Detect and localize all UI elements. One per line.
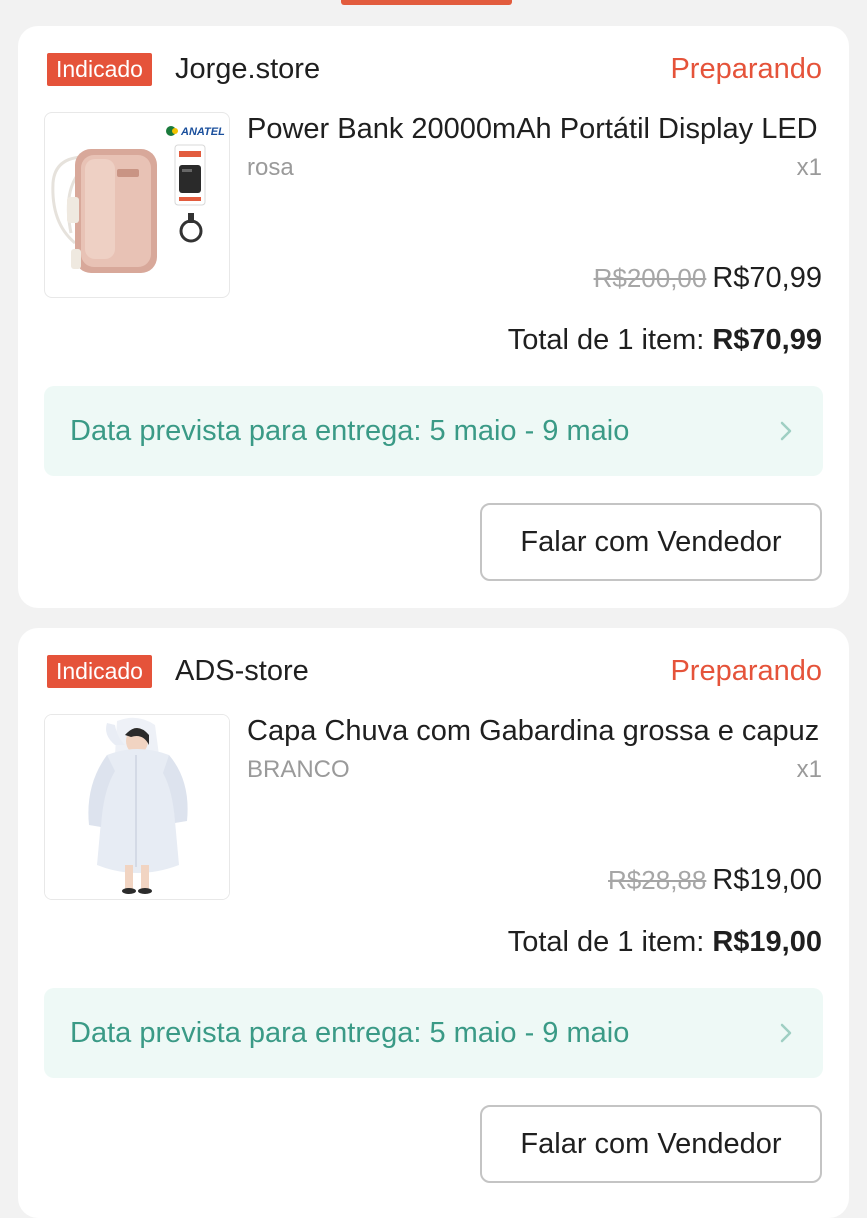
order-status: Preparando <box>670 655 822 687</box>
chevron-right-icon <box>780 1023 792 1043</box>
total-label: Total de 1 item: <box>507 926 705 958</box>
chat-with-seller-button[interactable]: Falar com Vendedor <box>480 503 822 581</box>
anatel-logo: ANATEL <box>166 126 225 138</box>
product-quantity: x1 <box>796 154 822 181</box>
delivery-estimate-row[interactable]: Data prevista para entrega: 5 maio - 9 m… <box>44 988 823 1078</box>
order-card[interactable]: Indicado Jorge.store Preparando ANATEL P… <box>18 26 849 608</box>
svg-text:ANATEL: ANATEL <box>180 126 225 138</box>
recommended-badge: Indicado <box>47 53 152 86</box>
original-price: R$28,88 <box>608 865 707 895</box>
product-title[interactable]: Power Bank 20000mAh Portátil Display LED <box>247 110 825 148</box>
chevron-right-icon <box>780 421 792 441</box>
delivery-estimate-text: Data prevista para entrega: 5 maio - 9 m… <box>70 415 630 447</box>
total-value: R$70,99 <box>712 324 822 356</box>
order-status: Preparando <box>670 53 822 85</box>
sale-price: R$19,00 <box>712 864 822 896</box>
recommended-badge: Indicado <box>47 655 152 688</box>
price-row: R$28,88 R$19,00 <box>608 864 822 897</box>
sale-price: R$70,99 <box>712 262 822 294</box>
product-thumbnail[interactable]: ANATEL <box>44 112 230 298</box>
store-name[interactable]: ADS-store <box>175 652 309 690</box>
product-quantity: x1 <box>796 756 822 783</box>
product-variant: rosa <box>247 154 294 181</box>
product-thumbnail[interactable] <box>44 714 230 900</box>
store-name[interactable]: Jorge.store <box>175 50 320 88</box>
active-tab-indicator <box>341 0 512 5</box>
total-value: R$19,00 <box>712 926 822 958</box>
order-total: Total de 1 item: R$19,00 <box>508 926 822 959</box>
order-total: Total de 1 item: R$70,99 <box>508 324 822 357</box>
product-variant: BRANCO <box>247 756 350 783</box>
order-card[interactable]: Indicado ADS-store Preparando Capa Chuva… <box>18 628 849 1218</box>
delivery-estimate-row[interactable]: Data prevista para entrega: 5 maio - 9 m… <box>44 386 823 476</box>
original-price: R$200,00 <box>593 263 707 293</box>
chat-with-seller-button[interactable]: Falar com Vendedor <box>480 1105 822 1183</box>
delivery-estimate-text: Data prevista para entrega: 5 maio - 9 m… <box>70 1017 630 1049</box>
product-title[interactable]: Capa Chuva com Gabardina grossa e capuz <box>247 712 825 750</box>
total-label: Total de 1 item: <box>507 324 705 356</box>
price-row: R$200,00 R$70,99 <box>594 262 822 295</box>
